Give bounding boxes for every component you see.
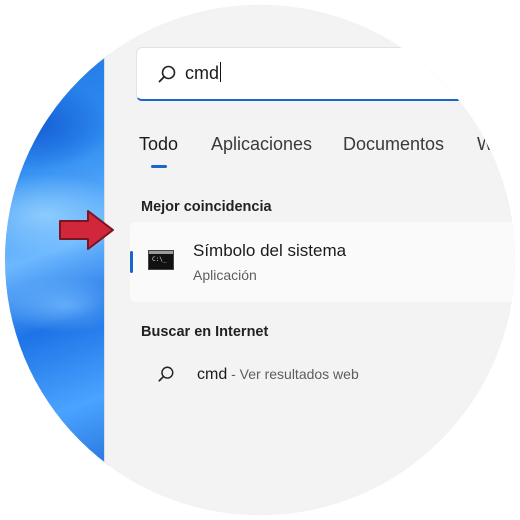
web-result-suffix: - Ver resultados web — [227, 366, 359, 382]
search-query-text: cmd — [185, 62, 222, 83]
web-search-heading: Buscar en Internet — [141, 324, 269, 340]
tab-aplicaciones[interactable]: Aplicaciones — [211, 134, 312, 155]
best-match-result[interactable]: C:\_ Símbolo del sistema Aplicación — [130, 222, 515, 302]
tab-todo[interactable]: Todo — [139, 134, 178, 155]
text-caret — [220, 62, 222, 82]
zoom-circle: cmd Todo Aplicaciones Documentos W Mejor… — [5, 5, 515, 515]
pointer-arrow-icon — [59, 210, 114, 250]
search-icon — [158, 366, 174, 382]
web-result-text: cmd - Ver resultados web — [197, 366, 359, 384]
start-search-panel: cmd Todo Aplicaciones Documentos W Mejor… — [104, 5, 515, 515]
active-tab-indicator — [151, 165, 167, 168]
selection-indicator — [130, 251, 133, 273]
command-prompt-icon: C:\_ — [148, 250, 174, 270]
desktop-wallpaper — [5, 5, 109, 515]
best-match-heading: Mejor coincidencia — [141, 199, 272, 215]
search-icon — [158, 65, 176, 83]
tab-web[interactable]: W — [477, 134, 494, 155]
web-query: cmd — [197, 366, 228, 383]
result-title: Símbolo del sistema — [193, 241, 347, 260]
web-result-item[interactable]: cmd - Ver resultados web — [130, 355, 515, 399]
result-subtitle: Aplicación — [193, 267, 257, 283]
tab-documentos[interactable]: Documentos — [343, 134, 444, 155]
search-input[interactable]: cmd — [136, 47, 515, 101]
